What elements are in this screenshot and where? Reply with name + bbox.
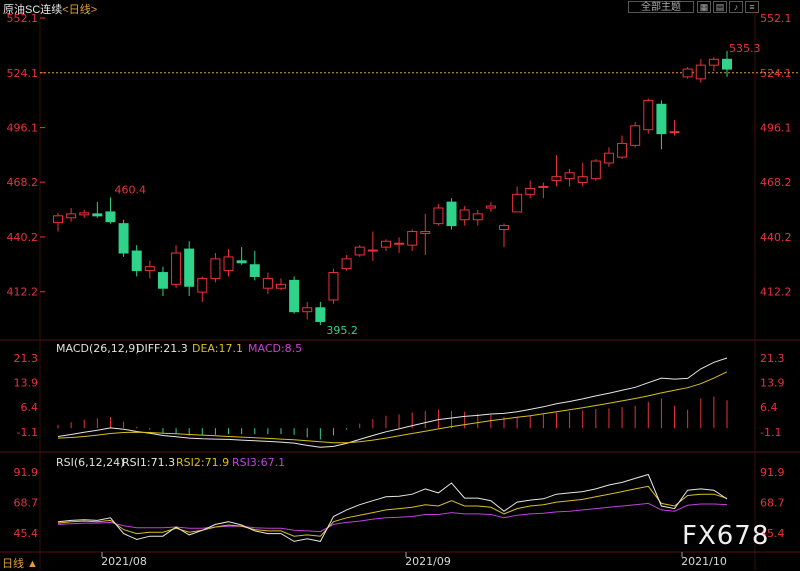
candle-body [603, 152, 614, 164]
macd-tick-left: 21.3 [14, 352, 39, 365]
price-tick-left: 524.1 [7, 67, 39, 80]
macd-diff-label: DIFF:21.3 [136, 342, 188, 355]
price-tick-right: 468.2 [760, 176, 792, 189]
watermark: FX678 [682, 521, 770, 551]
candle-body [722, 58, 732, 70]
last-high-label: 535.3 [729, 42, 761, 55]
rsi-tick-left: 91.9 [14, 466, 39, 479]
candle-body [695, 64, 706, 80]
price-tick-right: 412.2 [760, 286, 792, 299]
macd-tick-right: 21.3 [760, 352, 785, 365]
rsi2-line [57, 485, 728, 537]
x-month-label: 2021/09 [405, 555, 451, 568]
macd-dea-label: DEA:17.1 [192, 342, 243, 355]
low-price-label: 395.2 [326, 324, 358, 337]
candle-body [118, 223, 129, 254]
candle-body [708, 58, 719, 66]
macd-tick-left: 13.9 [14, 376, 39, 389]
candle-body [630, 125, 641, 146]
candle-body [525, 187, 536, 195]
macd-dea-line [57, 371, 728, 444]
period-switch[interactable]: 日线 ▲ [2, 555, 38, 571]
candle-body [499, 225, 509, 231]
candle-body [289, 279, 300, 313]
rsi-title: RSI(6,12,24) [56, 456, 124, 469]
candle-body [302, 307, 313, 313]
candle-body [157, 272, 168, 289]
candle-body [433, 207, 444, 225]
candle-body [79, 212, 90, 216]
price-tick-left: 496.1 [7, 122, 39, 135]
price-tick-left: 552.1 [7, 12, 39, 25]
rsi1-label: RSI1:71.3 [122, 456, 175, 469]
candle-body [197, 277, 208, 293]
candle-body [564, 172, 575, 180]
candle-body [656, 103, 667, 135]
candle-body [512, 193, 523, 213]
candle-body [249, 264, 260, 277]
candle-body [682, 68, 693, 78]
candle-body [105, 211, 116, 223]
price-tick-left: 440.2 [7, 231, 39, 244]
rsi2-label: RSI2:71.9 [176, 456, 229, 469]
candle-body [315, 307, 326, 322]
candle-body [184, 248, 195, 287]
price-tick-left: 412.2 [7, 286, 39, 299]
price-tick-right: 440.2 [760, 231, 792, 244]
candle-body [53, 215, 63, 224]
candle-body [236, 260, 247, 264]
candle-body [262, 277, 273, 289]
candle-body [380, 240, 391, 248]
candle-body [210, 258, 221, 279]
macd-tick-left: 6.4 [21, 401, 39, 414]
candle-body [66, 213, 77, 219]
candle-body [144, 266, 155, 272]
rsi-tick-right: 91.9 [760, 466, 785, 479]
candle-body [485, 205, 496, 209]
candle-body [643, 99, 654, 131]
chart-canvas[interactable]: 552.1 552.1524.1 524.1496.1 496.1468.2 468.2… [0, 0, 800, 570]
macd-tick-right: 13.9 [760, 376, 785, 389]
high-price-label: 460.4 [114, 183, 145, 196]
candle-body [446, 201, 457, 227]
candle-body [131, 250, 142, 272]
candle-body [577, 176, 588, 184]
macd-diff-line [57, 357, 728, 448]
candle-body [367, 249, 378, 252]
rsi-tick-left: 68.7 [14, 496, 39, 509]
candle-body [354, 246, 365, 256]
candle-body [551, 176, 562, 182]
candle-body [92, 213, 103, 217]
candle-body [328, 272, 339, 301]
x-month-label: 2021/10 [681, 555, 727, 568]
rsi3-label: RSI3:67.1 [232, 456, 285, 469]
rsi1-line [57, 473, 728, 542]
macd-value-label: MACD:8.5 [248, 342, 302, 355]
candle-body [472, 213, 483, 221]
macd-tick-right: 6.4 [760, 401, 778, 414]
rsi3-line [57, 502, 728, 533]
candle-body [394, 242, 405, 245]
price-tick-right: 496.1 [760, 122, 792, 135]
candle-body [223, 256, 234, 272]
x-month-label: 2021/08 [101, 555, 147, 568]
price-tick-left: 468.2 [7, 176, 39, 189]
candle-body [171, 252, 182, 285]
candle-body [276, 283, 286, 289]
candle-body [538, 185, 549, 188]
candle-body [617, 142, 628, 158]
macd-tick-right: -1.1 [760, 426, 781, 439]
candle-body [669, 131, 680, 134]
rsi-tick-right: 68.7 [760, 496, 785, 509]
price-tick-right: 552.1 [760, 12, 792, 25]
candle-body [341, 258, 352, 270]
candle-body [459, 209, 470, 221]
macd-tick-left: -1.1 [17, 426, 38, 439]
candle-body [407, 230, 418, 246]
candle-body [590, 160, 601, 180]
candle-body [420, 230, 431, 234]
rsi-tick-left: 45.4 [14, 527, 39, 540]
macd-title: MACD(26,12,9) [56, 342, 140, 355]
